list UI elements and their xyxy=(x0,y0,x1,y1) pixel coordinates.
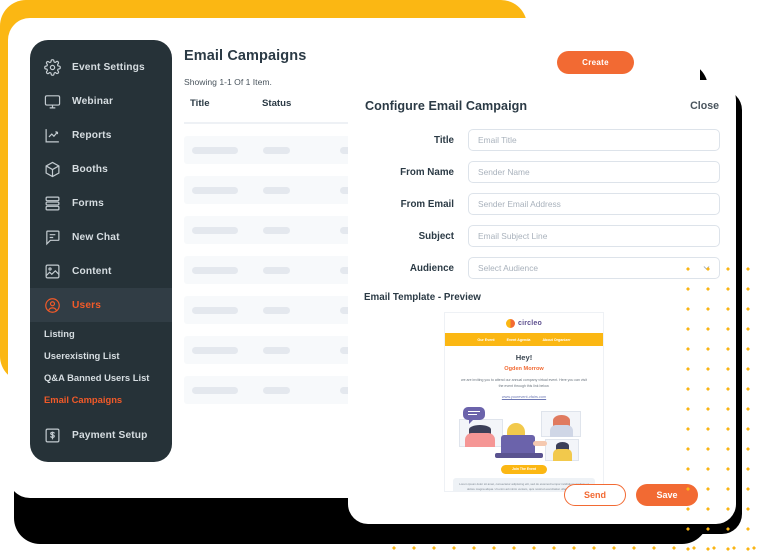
table-cell-placeholder xyxy=(192,226,238,234)
email-event-link: www.yourevent-vfairs.com xyxy=(501,394,547,399)
email-template-preview: circleo Our Event Event Agenda About Org… xyxy=(444,312,604,492)
sidebar-subitem-userexisting-list[interactable]: Userexisting List xyxy=(30,344,172,366)
table-cell-placeholder xyxy=(263,266,290,274)
sidebar-item-label: Users xyxy=(72,299,102,311)
email-body-text: we are inviting you to attend our annual… xyxy=(461,378,587,389)
table-cell-placeholder xyxy=(263,306,290,314)
sidebar-item-content[interactable]: Content xyxy=(30,254,172,288)
sidebar-item-forms[interactable]: Forms xyxy=(30,186,172,220)
chart-line-icon xyxy=(44,127,61,144)
chat-icon xyxy=(44,229,61,246)
table-cell-placeholder xyxy=(263,186,290,194)
sidebar-item-label: Event Settings xyxy=(72,61,145,73)
form-row-from-email: From Email xyxy=(348,188,736,220)
sidebar-item-label: New Chat xyxy=(72,231,120,243)
email-campaign-form: Title From Name From Email Subject Audie… xyxy=(348,124,736,284)
sidebar-item-event-settings[interactable]: Event Settings xyxy=(30,50,172,84)
monitor-icon xyxy=(44,93,61,110)
from-name-input[interactable] xyxy=(468,161,720,183)
email-brand-logo: circleo xyxy=(445,313,603,333)
sidebar-item-users[interactable]: Users xyxy=(30,288,172,322)
sidebar-subitem-label: Q&A Banned Users List xyxy=(44,371,150,383)
sidebar-item-reports[interactable]: Reports xyxy=(30,118,172,152)
audience-select-wrapper[interactable] xyxy=(468,257,720,279)
email-cta-button: Join The Event xyxy=(501,464,547,474)
table-cell-placeholder xyxy=(263,346,290,354)
table-cell-placeholder xyxy=(192,346,238,354)
form-row-audience: Audience xyxy=(348,252,736,284)
sidebar-subitem-email-campaigns[interactable]: Email Campaigns xyxy=(30,388,172,410)
table-cell-placeholder xyxy=(192,266,238,274)
email-nav-item: About Organizer xyxy=(542,337,571,342)
email-greeting: Hey! xyxy=(515,353,533,362)
form-row-title: Title xyxy=(348,124,736,156)
table-column-header: Status xyxy=(262,98,292,109)
sidebar-subitem-qa-banned-users-list[interactable]: Q&A Banned Users List xyxy=(30,366,172,388)
email-illustration xyxy=(445,401,603,463)
sidebar-item-payment-setup[interactable]: Payment Setup xyxy=(30,418,172,452)
table-cell-placeholder xyxy=(192,386,238,394)
form-row-from-name: From Name xyxy=(348,156,736,188)
field-label: From Name xyxy=(400,166,454,178)
sidebar-subitem-label: Listing xyxy=(44,327,75,339)
from-email-input[interactable] xyxy=(468,193,720,215)
close-button[interactable]: Close xyxy=(690,100,719,112)
audience-select[interactable] xyxy=(468,257,720,279)
letter-a-square-icon xyxy=(44,461,61,463)
cube-icon xyxy=(44,161,61,178)
sidebar-item-translations[interactable]: Translations xyxy=(30,452,172,462)
sidebar-item-label: Booths xyxy=(72,163,108,175)
modal-title: Configure Email Campaign xyxy=(365,99,528,113)
gear-icon xyxy=(44,58,61,76)
sidebar-subitem-label: Email Campaigns xyxy=(44,393,123,405)
table-cell-placeholder xyxy=(192,306,238,314)
sidebar-navigation: Event Settings Webinar Reports Booths Fo… xyxy=(30,40,172,462)
field-label: Subject xyxy=(418,230,454,242)
sidebar-subitem-label: Userexisting List xyxy=(44,349,120,361)
sidebar-item-label: Reports xyxy=(72,129,112,141)
send-button[interactable]: Send xyxy=(564,484,626,506)
sidebar-item-webinar[interactable]: Webinar xyxy=(30,84,172,118)
page-title: Email Campaigns xyxy=(184,48,307,64)
sidebar-item-label: Webinar xyxy=(72,95,114,107)
email-nav-item: Our Event xyxy=(477,337,495,342)
sidebar-item-label: Content xyxy=(72,265,112,277)
form-row-subject: Subject xyxy=(348,220,736,252)
email-template-preview-title: Email Template - Preview xyxy=(364,292,481,303)
title-input[interactable] xyxy=(468,129,720,151)
dollar-square-icon xyxy=(44,427,61,444)
save-button[interactable]: Save xyxy=(636,484,698,506)
sidebar-item-label: Payment Setup xyxy=(72,429,148,441)
circleo-logo-icon xyxy=(506,318,515,328)
create-button[interactable]: Create xyxy=(557,51,634,74)
sidebar-item-new-chat[interactable]: New Chat xyxy=(30,220,172,254)
table-cell-placeholder xyxy=(263,226,290,234)
email-nav-bar: Our Event Event Agenda About Organizer xyxy=(445,333,603,346)
configure-email-campaign-modal: Configure Email Campaign Close Title Fro… xyxy=(348,80,736,524)
showing-count-text: Showing 1-1 Of 1 Item. xyxy=(184,77,272,87)
brand-wordmark: circleo xyxy=(518,319,542,327)
subject-input[interactable] xyxy=(468,225,720,247)
field-label: From Email xyxy=(400,198,454,210)
screenshot-stage: Event Settings Webinar Reports Booths Fo… xyxy=(0,0,760,560)
field-label: Title xyxy=(434,134,454,146)
image-icon xyxy=(44,263,61,280)
table-cell-placeholder xyxy=(263,386,290,394)
table-cell-placeholder xyxy=(263,146,290,154)
sidebar-subitem-listing[interactable]: Listing xyxy=(30,322,172,344)
email-nav-item: Event Agenda xyxy=(506,337,531,342)
table-cell-placeholder xyxy=(192,146,238,154)
table-column-header: Title xyxy=(190,98,210,109)
sidebar-item-label: Forms xyxy=(72,197,104,209)
table-cell-placeholder xyxy=(192,186,238,194)
email-recipient-name: Ogden Morrow xyxy=(504,366,544,372)
layers-icon xyxy=(44,195,61,212)
sidebar-item-booths[interactable]: Booths xyxy=(30,152,172,186)
field-label: Audience xyxy=(409,262,454,274)
user-circle-icon xyxy=(44,297,61,314)
